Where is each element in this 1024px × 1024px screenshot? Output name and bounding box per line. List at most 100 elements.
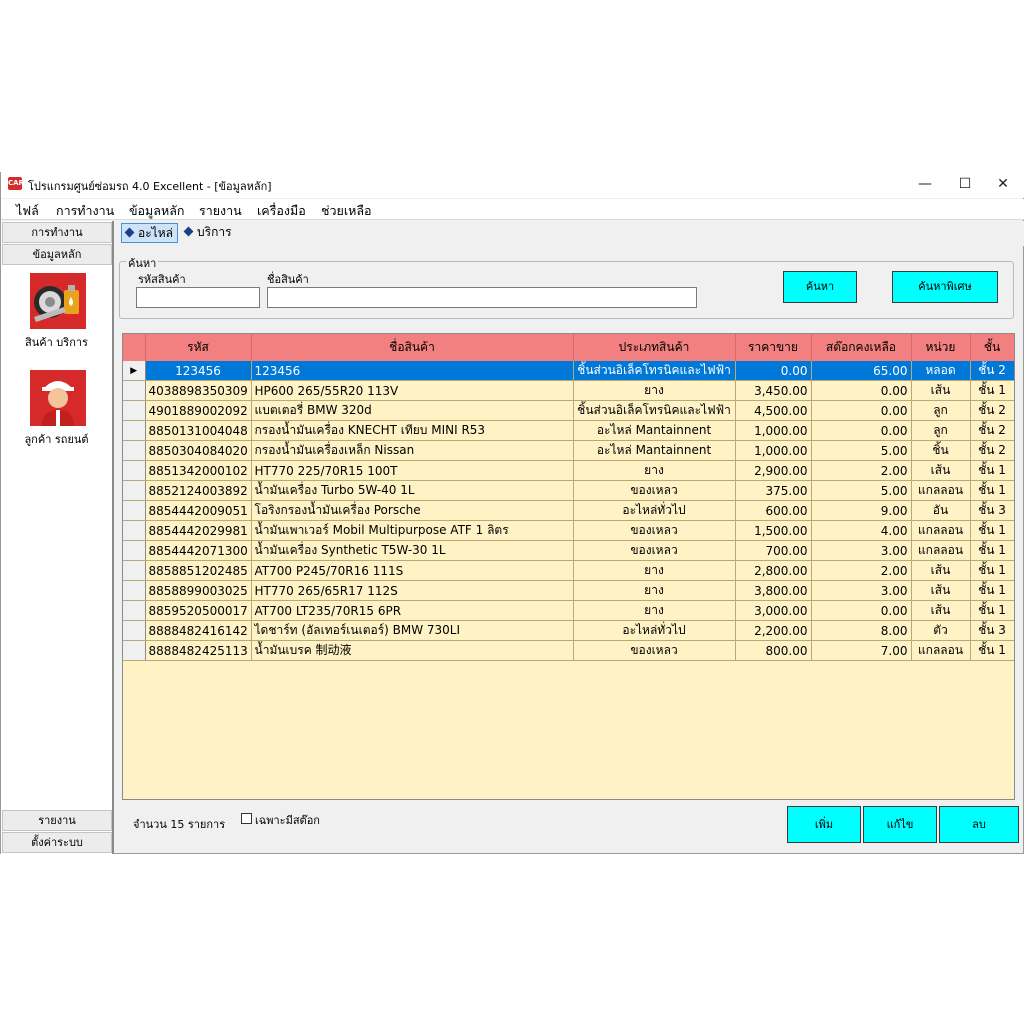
tab-services[interactable]: บริการ	[181, 223, 236, 243]
table-row[interactable]: 8850304084020 กรองน้ำมันเครื่องเหล็ก Niss…	[123, 440, 1014, 462]
sidebar-item-products-services[interactable]: สินค้า บริการ	[1, 333, 112, 351]
cell-unit[interactable]: แกลลอน	[911, 640, 971, 662]
cell-stock[interactable]: 5.00	[811, 440, 912, 462]
cell-type[interactable]: อะไหล่ทั่วไป	[573, 500, 736, 522]
cell-stock[interactable]: 0.00	[811, 380, 912, 402]
maximize-button[interactable]: ☐	[945, 172, 985, 196]
cell-stock[interactable]: 65.00	[811, 361, 912, 382]
cell-code[interactable]: 8858899003025	[145, 580, 252, 602]
stock-only-label[interactable]: เฉพาะมีสต๊อก	[255, 811, 320, 829]
cell-code[interactable]: 8854442009051	[145, 500, 252, 522]
table-row[interactable]: ▶ 123456 123456 ชิ้นส่วนอิเล็คโทรนิคและไฟฟ้…	[123, 361, 1014, 382]
row-selector[interactable]	[123, 620, 146, 642]
column-header-shelf[interactable]: ชั้น	[970, 334, 1014, 361]
advanced-search-button[interactable]: ค้นหาพิเศษ	[892, 271, 998, 303]
edit-button[interactable]: แก้ไข	[863, 806, 937, 843]
cell-type[interactable]: ชิ้นส่วนอิเล็คโทรนิคและไฟฟ้า	[573, 361, 736, 382]
table-row[interactable]: 8888482416142 ไดชาร์ท (อัลเทอร์เนเตอร์) B…	[123, 620, 1014, 642]
menu-file[interactable]: ไฟล์	[16, 201, 39, 221]
column-header-stock[interactable]: สต๊อกคงเหลือ	[811, 334, 912, 361]
table-row[interactable]: 8888482425113 น้ำมันเบรค 制动液 ของเหลว 800.00…	[123, 640, 1014, 662]
row-selector[interactable]	[123, 540, 146, 562]
cell-shelf[interactable]: ชั้น 3	[970, 500, 1014, 522]
product-name-input[interactable]	[267, 287, 697, 308]
row-selector[interactable]	[123, 480, 146, 502]
cell-price[interactable]: 700.00	[735, 540, 812, 562]
cell-price[interactable]: 1,000.00	[735, 440, 812, 462]
menu-help[interactable]: ช่วยเหลือ	[321, 201, 372, 221]
cell-unit[interactable]: แกลลอน	[911, 520, 971, 542]
cell-type[interactable]: อะไหล่ Mantainnent	[573, 420, 736, 442]
cell-price[interactable]: 3,800.00	[735, 580, 812, 602]
cell-stock[interactable]: 0.00	[811, 400, 912, 422]
cell-type[interactable]: ของเหลว	[573, 640, 736, 662]
cell-type[interactable]: ชิ้นส่วนอิเล็คโทรนิคและไฟฟ้า	[573, 400, 736, 422]
cell-unit[interactable]: แกลลอน	[911, 540, 971, 562]
delete-button[interactable]: ลบ	[939, 806, 1019, 843]
cell-type[interactable]: ของเหลว	[573, 520, 736, 542]
cell-type[interactable]: ของเหลว	[573, 480, 736, 502]
cell-stock[interactable]: 3.00	[811, 580, 912, 602]
cell-stock[interactable]: 7.00	[811, 640, 912, 662]
cell-unit[interactable]: ลูก	[911, 400, 971, 422]
cell-type[interactable]: อะไหล่ Mantainnent	[573, 440, 736, 462]
cell-shelf[interactable]: ชั้น 1	[970, 580, 1014, 602]
cell-code[interactable]: 4901889002092	[145, 400, 252, 422]
cell-shelf[interactable]: ชั้น 1	[970, 640, 1014, 662]
cell-price[interactable]: 0.00	[735, 361, 812, 382]
table-row[interactable]: 8859520500017 AT700 LT235/70R15 6PR ยาง 3,0…	[123, 600, 1014, 622]
column-header-type[interactable]: ประเภทสินค้า	[573, 334, 736, 361]
cell-code[interactable]: 4038898350309	[145, 380, 252, 402]
cell-stock[interactable]: 5.00	[811, 480, 912, 502]
sidebar-tab-reports[interactable]: รายงาน	[2, 810, 112, 831]
cell-name[interactable]: HT770 265/65R17 112S	[251, 580, 574, 602]
mechanic-icon[interactable]	[30, 370, 86, 426]
cell-name[interactable]: AT700 LT235/70R15 6PR	[251, 600, 574, 622]
cell-code[interactable]: 8854442029981	[145, 520, 252, 542]
table-row[interactable]: 8858851202485 AT700 P245/70R16 111S ยาง 2,8…	[123, 560, 1014, 582]
cell-price[interactable]: 3,450.00	[735, 380, 812, 402]
menu-master-data[interactable]: ข้อมูลหลัก	[129, 201, 184, 221]
cell-unit[interactable]: เส้น	[911, 460, 971, 482]
cell-unit[interactable]: เส้น	[911, 580, 971, 602]
cell-unit[interactable]: เส้น	[911, 600, 971, 622]
cell-code[interactable]: 8851342000102	[145, 460, 252, 482]
table-row[interactable]: 8850131004048 กรองน้ำมันเครื่อง KNECHT เท…	[123, 420, 1014, 442]
cell-shelf[interactable]: ชั้น 1	[970, 380, 1014, 402]
cell-name[interactable]: โอริงกรองน้ำมันเครื่อง Porsche	[251, 500, 574, 522]
cell-shelf[interactable]: ชั้น 2	[970, 361, 1014, 382]
cell-unit[interactable]: เส้น	[911, 560, 971, 582]
cell-type[interactable]: ยาง	[573, 580, 736, 602]
cell-shelf[interactable]: ชั้น 2	[970, 420, 1014, 442]
cell-price[interactable]: 1,000.00	[735, 420, 812, 442]
cell-stock[interactable]: 8.00	[811, 620, 912, 642]
cell-name[interactable]: กรองน้ำมันเครื่องเหล็ก Nissan	[251, 440, 574, 462]
row-selector[interactable]	[123, 600, 146, 622]
cell-name[interactable]: น้ำมันเบรค 制动液	[251, 640, 574, 662]
minimize-button[interactable]: —	[905, 172, 945, 196]
cell-price[interactable]: 2,900.00	[735, 460, 812, 482]
cell-type[interactable]: ของเหลว	[573, 540, 736, 562]
cell-stock[interactable]: 2.00	[811, 460, 912, 482]
table-row[interactable]: 8852124003892 น้ำมันเครื่อง Turbo 5W-40 1…	[123, 480, 1014, 502]
cell-price[interactable]: 2,800.00	[735, 560, 812, 582]
cell-name[interactable]: HP600 265/55R20 113V	[251, 380, 574, 402]
cell-type[interactable]: ยาง	[573, 560, 736, 582]
close-button[interactable]: ✕	[983, 172, 1023, 196]
cell-shelf[interactable]: ชั้น 1	[970, 540, 1014, 562]
cell-shelf[interactable]: ชั้น 1	[970, 480, 1014, 502]
table-row[interactable]: 8854442071300 น้ำมันเครื่อง Synthetic T5W…	[123, 540, 1014, 562]
cell-price[interactable]: 1,500.00	[735, 520, 812, 542]
table-row[interactable]: 8854442029981 น้ำมันเพาเวอร์ Mobil Multip…	[123, 520, 1014, 542]
cell-shelf[interactable]: ชั้น 1	[970, 600, 1014, 622]
cell-code[interactable]: 8888482425113	[145, 640, 252, 662]
cell-code[interactable]: 8850304084020	[145, 440, 252, 462]
table-row[interactable]: 4038898350309 HP600 265/55R20 113V ยาง 3,45…	[123, 380, 1014, 402]
table-row[interactable]: 4901889002092 แบตเตอรี่ BMW 320d ชิ้นส่วนอ…	[123, 400, 1014, 422]
cell-name[interactable]: น้ำมันเพาเวอร์ Mobil Multipurpose ATF 1 …	[251, 520, 574, 542]
cell-name[interactable]: ไดชาร์ท (อัลเทอร์เนเตอร์) BMW 730LI	[251, 620, 574, 642]
cell-shelf[interactable]: ชั้น 1	[970, 460, 1014, 482]
cell-type[interactable]: ยาง	[573, 460, 736, 482]
cell-price[interactable]: 3,000.00	[735, 600, 812, 622]
cell-shelf[interactable]: ชั้น 2	[970, 400, 1014, 422]
